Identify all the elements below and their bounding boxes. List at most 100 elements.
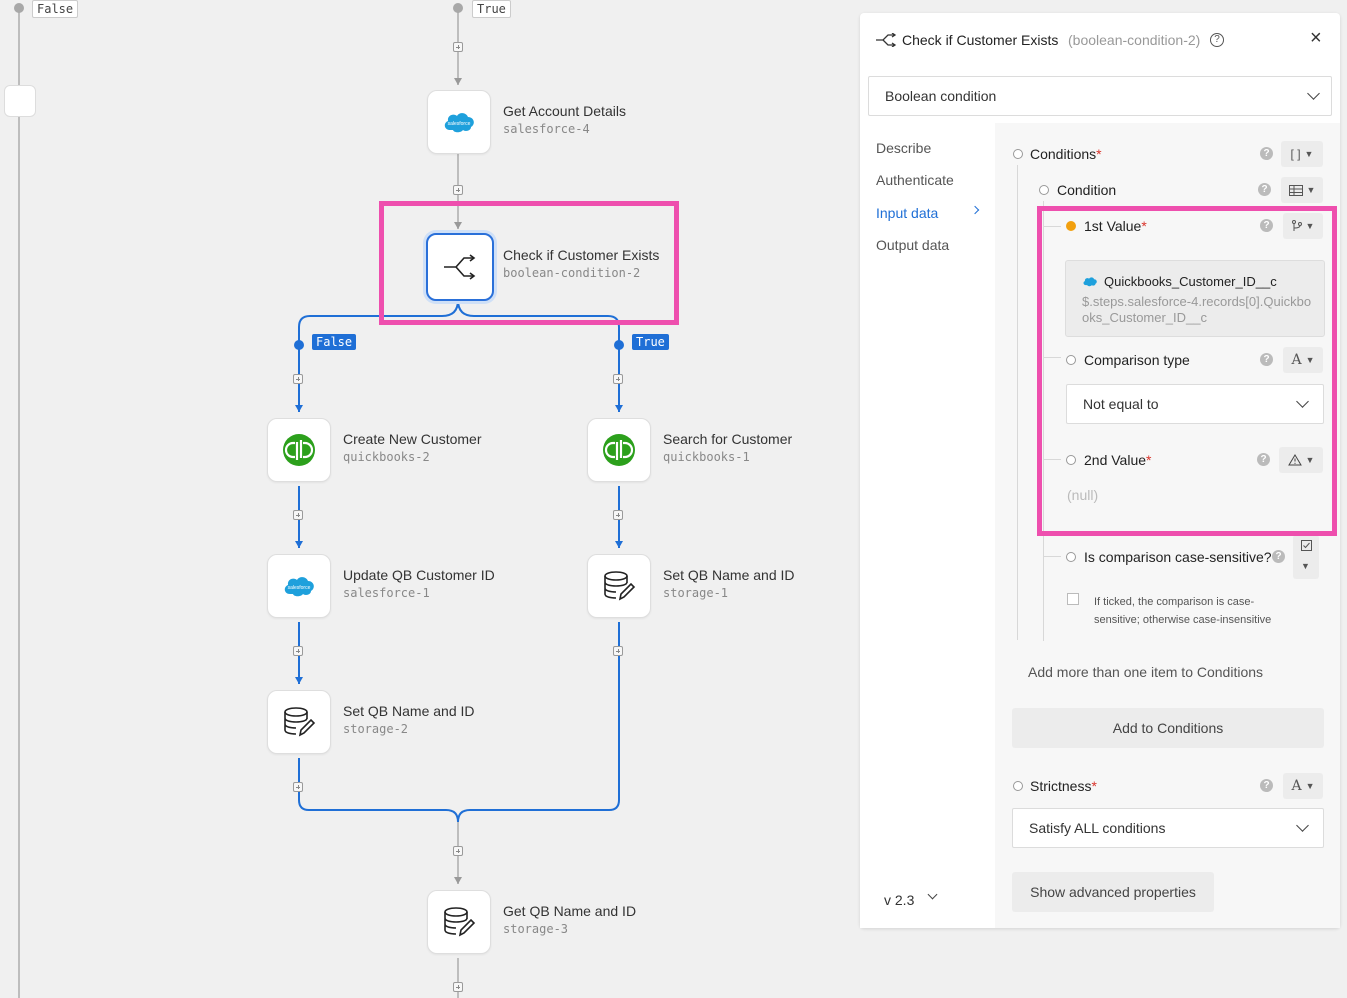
chevron-down-icon [1296,819,1309,832]
close-icon[interactable]: × [1310,27,1322,50]
collapsed-node[interactable] [4,85,36,117]
add-to-conditions-button[interactable]: Add to Conditions [1012,708,1324,748]
nav-output-data[interactable]: Output data [876,237,949,253]
add-step-button[interactable] [453,185,463,195]
branch-false-badge: False [312,334,357,350]
condition-label: Condition [1057,182,1117,198]
salesforce-icon: salesforce [444,113,474,133]
step-get-qb-name-and-id[interactable] [427,890,491,954]
tree-branch [1043,556,1061,557]
step-config-panel: Check if Customer Exists (boolean-condit… [860,13,1340,928]
step-id: quickbooks-1 [663,450,750,464]
step-id: salesforce-1 [343,586,430,600]
step-set-qb-name-and-id[interactable] [587,554,651,618]
chevron-right-icon [970,205,980,215]
help-icon[interactable]: ? [1258,183,1271,196]
strictness-radio[interactable] [1013,781,1023,791]
version-label[interactable]: v 2.3 [884,892,914,908]
quickbooks-icon [603,434,635,466]
step-title: Get QB Name and ID [503,903,637,919]
step-search-for-customer[interactable] [587,418,651,482]
checkbox-icon [1301,540,1312,551]
caret-down-icon: ▼ [1305,781,1315,791]
help-icon[interactable]: ? [1272,550,1285,563]
input-data-form: Conditions* ? [ ] ▼ Condition ? ▼ 1st Val… [995,123,1340,928]
show-advanced-properties-button[interactable]: Show advanced properties [1012,872,1214,912]
storage-icon [604,571,636,601]
step-id: storage-1 [663,586,729,600]
branch-true-badge: True [632,334,669,350]
storage-icon [444,907,476,937]
step-id: quickbooks-2 [343,450,430,464]
panel-title: Check if Customer Exists [902,32,1059,48]
add-step-button[interactable] [293,646,303,656]
step-get-account-details[interactable]: salesforce [427,90,491,154]
step-title: Create New Customer [343,431,482,447]
operation-select-value: Boolean condition [885,88,997,104]
svg-text:salesforce: salesforce [448,121,471,127]
step-create-new-customer[interactable] [267,418,331,482]
add-step-button[interactable] [293,510,303,520]
step-title: Get Account Details [503,103,626,119]
case-sensitive-type-button[interactable]: ▼ [1293,535,1319,579]
help-icon[interactable]: ? [1260,147,1273,160]
step-update-qb-customer-id[interactable]: salesforce [267,554,331,618]
conditions-type-button[interactable]: [ ] ▼ [1281,141,1323,167]
nav-input-data[interactable]: Input data [876,205,938,221]
table-icon [1288,184,1303,196]
step-set-qb-name-and-id[interactable] [267,690,331,754]
strictness-select[interactable]: Satisfy ALL conditions [1012,808,1324,848]
text-type-icon: A [1291,778,1302,794]
step-id: storage-2 [343,722,409,736]
branch-icon [876,33,897,47]
caret-down-icon: ▼ [1301,561,1310,571]
step-title: Search for Customer [663,431,793,447]
highlight-condition-fields [1037,206,1337,536]
panel-subtitle: (boolean-condition-2) [1068,32,1201,48]
chevron-down-icon [1307,87,1320,100]
step-title: Update QB Customer ID [343,567,495,583]
caret-down-icon: ▼ [1306,185,1316,195]
chevron-down-icon[interactable] [927,889,938,900]
workflow-canvas[interactable]: False True False True salesforce Get Acc… [0,0,860,998]
strictness-type-button[interactable]: A ▼ [1283,773,1323,799]
step-title: Set QB Name and ID [343,703,475,719]
help-icon[interactable]: ? [1260,779,1273,792]
array-icon: [ ] [1290,147,1301,161]
storage-icon [284,707,316,737]
tree-line [1017,165,1018,640]
salesforce-icon: salesforce [284,577,314,597]
case-sensitive-description: If ticked, the comparison is case-sensit… [1094,596,1272,626]
operation-select[interactable]: Boolean condition [868,76,1332,116]
help-icon[interactable]: ? [1210,33,1224,47]
strictness-value: Satisfy ALL conditions [1029,820,1166,836]
case-sensitive-label: Is comparison case-sensitive? [1084,549,1272,565]
case-sensitive-radio[interactable] [1066,552,1076,562]
case-sensitive-checkbox[interactable] [1067,593,1079,605]
highlight-selected-step [379,201,679,325]
add-step-button[interactable] [613,510,623,520]
strictness-label: Strictness* [1030,778,1097,794]
add-more-hint: Add more than one item to Conditions [1028,664,1264,680]
svg-text:salesforce: salesforce [288,585,311,591]
condition-type-button[interactable]: ▼ [1281,177,1323,203]
conditions-radio[interactable] [1013,149,1023,159]
add-step-button[interactable] [293,374,303,384]
add-step-button[interactable] [453,846,463,856]
add-step-button[interactable] [613,374,623,384]
add-step-button[interactable] [453,982,463,992]
step-id: salesforce-4 [503,122,590,136]
add-step-button[interactable] [453,42,463,52]
panel-nav: Describe Authenticate Input data Output … [860,123,995,928]
add-step-button[interactable] [293,782,303,792]
quickbooks-icon [283,434,315,466]
add-step-button[interactable] [613,646,623,656]
branch-true-badge-top: True [472,0,511,18]
step-title: Set QB Name and ID [663,567,795,583]
nav-describe[interactable]: Describe [876,140,931,156]
nav-authenticate[interactable]: Authenticate [876,172,954,188]
conditions-label: Conditions* [1030,146,1102,162]
caret-down-icon: ▼ [1304,149,1314,159]
step-id: storage-3 [503,922,569,936]
condition-radio[interactable] [1039,185,1049,195]
